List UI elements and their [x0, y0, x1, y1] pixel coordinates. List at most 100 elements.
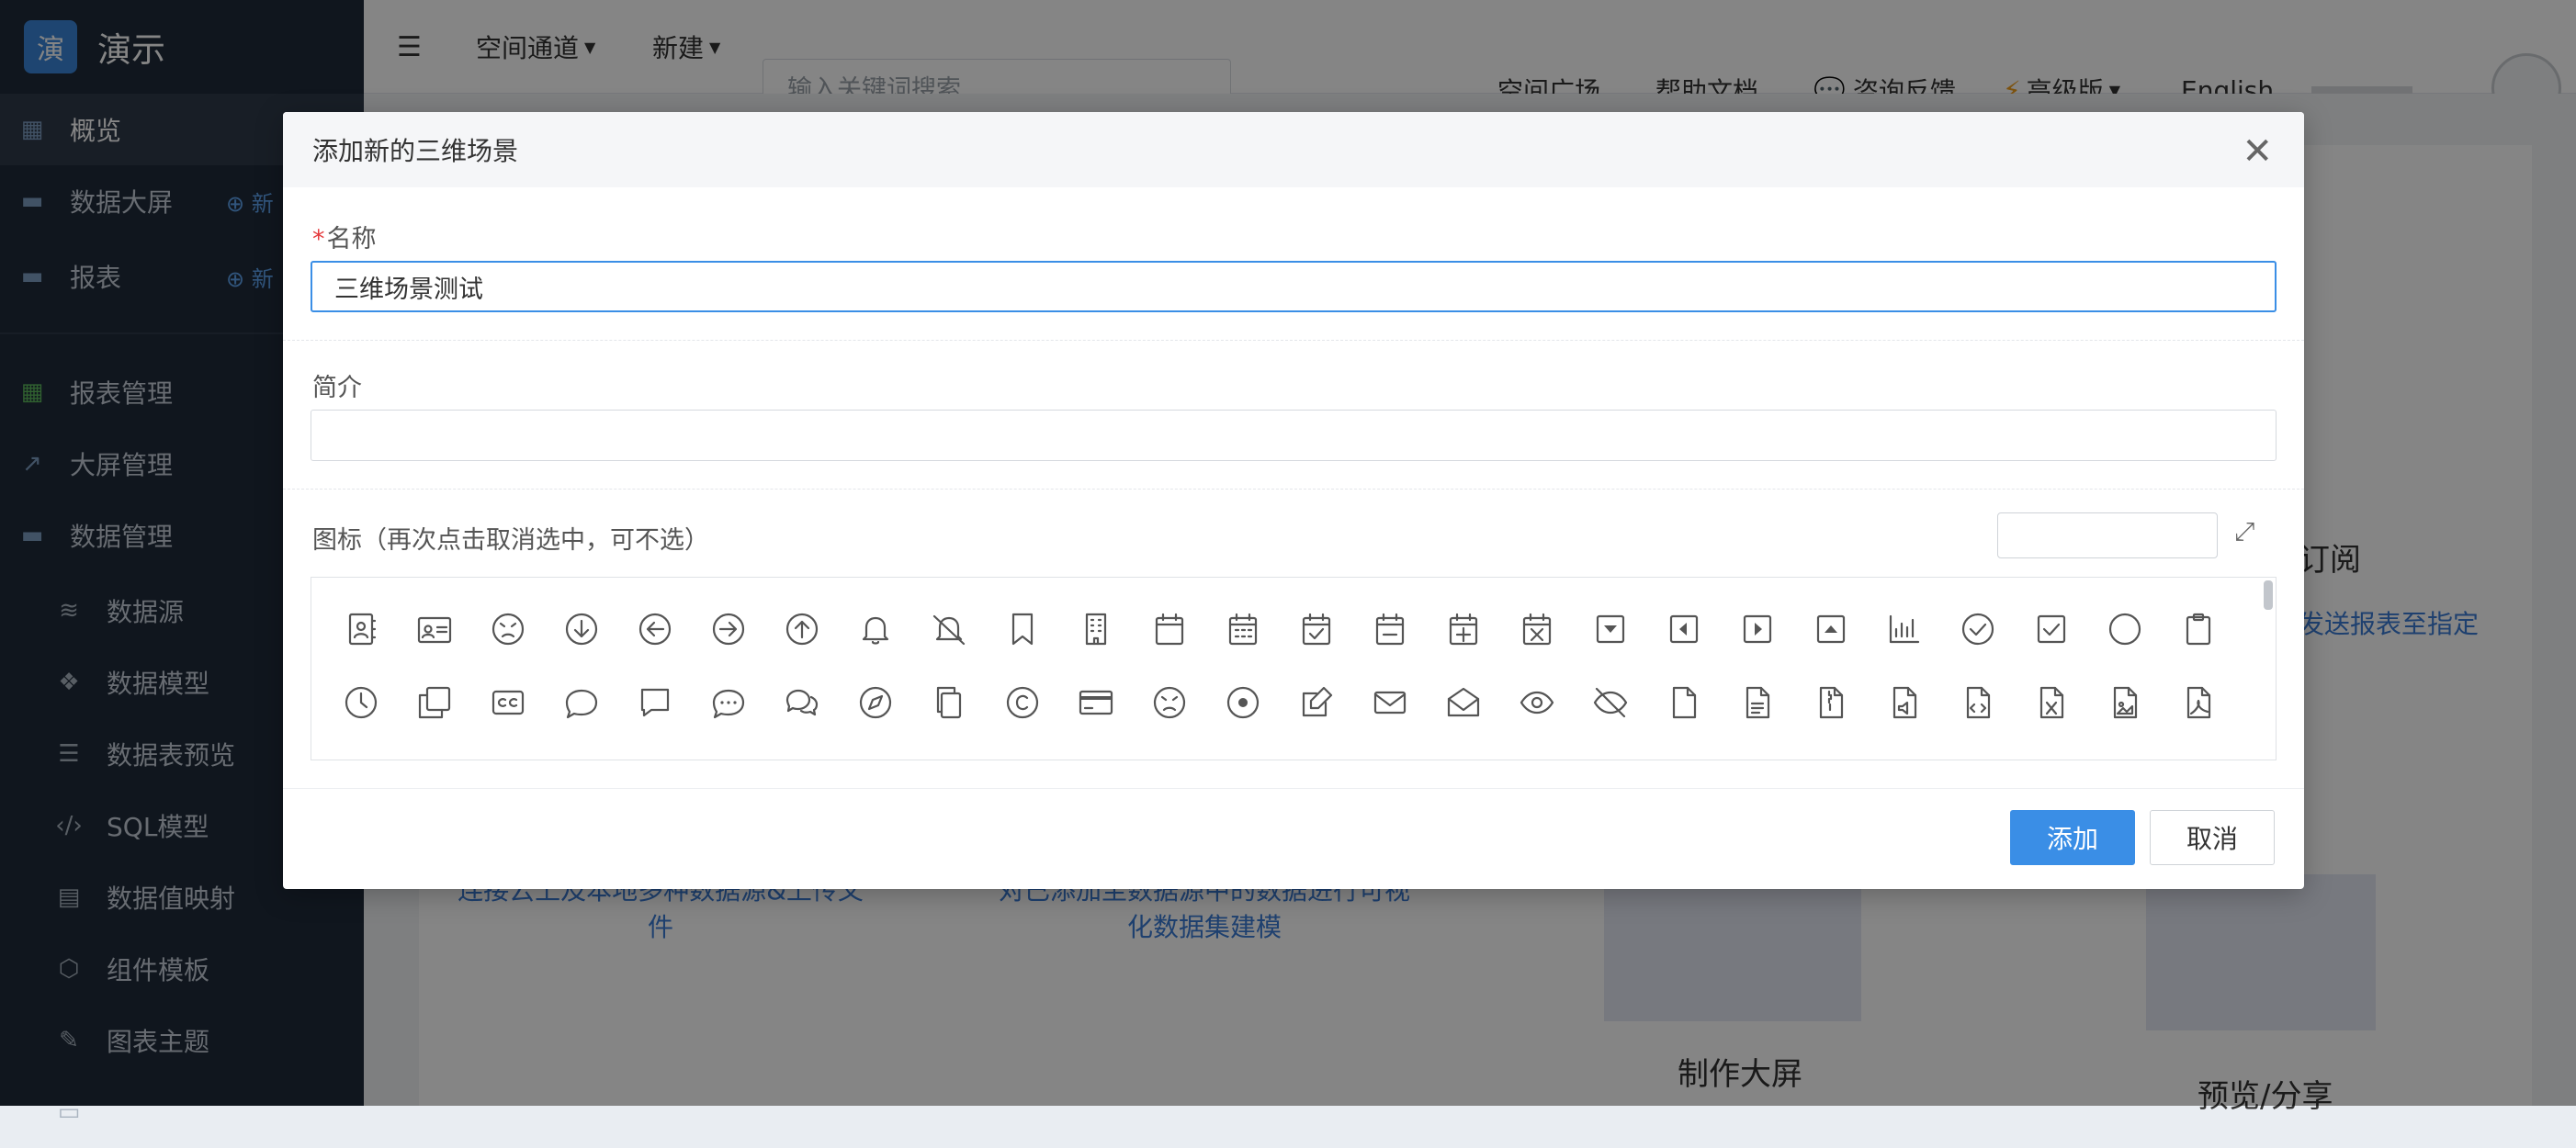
caret-square-up-icon[interactable]	[1794, 592, 1868, 666]
calendar-minus-icon[interactable]	[1353, 739, 1427, 760]
file-audio-icon[interactable]	[1868, 666, 1941, 739]
clock-icon[interactable]	[324, 666, 398, 739]
address-book-icon-glyph	[348, 613, 377, 646]
icon-row	[311, 592, 2235, 666]
bell-icon-glyph	[857, 758, 894, 760]
credit-card-icon[interactable]	[1059, 666, 1133, 739]
clone-icon[interactable]	[398, 666, 471, 739]
file-image-icon[interactable]	[2088, 666, 2162, 739]
arrow-circle-left-icon[interactable]	[618, 739, 692, 760]
dot-circle-icon[interactable]	[1206, 666, 1280, 739]
building-icon[interactable]	[1059, 739, 1133, 760]
caret-square-left-icon[interactable]	[1647, 592, 1721, 666]
caret-square-right-icon[interactable]	[1721, 739, 1794, 760]
envelope-icon[interactable]	[1353, 666, 1427, 739]
file-pdf-icon[interactable]	[2162, 666, 2235, 739]
comment-icon[interactable]	[545, 666, 618, 739]
file-alt-icon[interactable]	[1721, 666, 1794, 739]
envelope-open-icon[interactable]	[1427, 666, 1500, 739]
comment-alt-icon[interactable]	[618, 666, 692, 739]
clipboard-icon[interactable]	[2162, 739, 2235, 760]
circle-icon[interactable]	[2088, 592, 2162, 666]
edit-icon[interactable]	[1280, 666, 1353, 739]
calendar-icon[interactable]	[1133, 592, 1206, 666]
comments-icon[interactable]	[765, 666, 839, 739]
circle-icon-glyph	[2107, 758, 2143, 760]
calendar-plus-icon[interactable]	[1427, 592, 1500, 666]
angry-face-icon[interactable]	[471, 592, 545, 666]
bookmark-icon[interactable]	[986, 739, 1059, 760]
file-icon[interactable]	[1647, 666, 1721, 739]
bell-icon[interactable]	[839, 592, 912, 666]
building-icon[interactable]	[1059, 592, 1133, 666]
caret-square-down-icon[interactable]	[1574, 592, 1647, 666]
chart-bar-icon[interactable]	[1868, 739, 1941, 760]
bookmark-icon[interactable]	[986, 592, 1059, 666]
bell-slash-icon-glyph	[931, 758, 967, 760]
arrow-circle-down-icon[interactable]	[545, 592, 618, 666]
calendar-times-icon[interactable]	[1500, 592, 1574, 666]
cancel-button[interactable]: 取消	[2150, 810, 2275, 865]
caret-square-right-icon[interactable]	[1721, 592, 1794, 666]
file-archive-icon[interactable]	[1794, 666, 1868, 739]
calendar-grid-icon[interactable]	[1206, 592, 1280, 666]
file-code-icon[interactable]	[1941, 666, 2015, 739]
check-circle-icon-glyph	[1961, 613, 1994, 646]
closed-captioning-icon[interactable]	[471, 666, 545, 739]
add-button[interactable]: 添加	[2010, 810, 2135, 865]
eye-icon-glyph	[1520, 691, 1554, 715]
arrow-circle-right-icon[interactable]	[692, 592, 765, 666]
dizzy-face-icon[interactable]	[1133, 666, 1206, 739]
check-square-icon[interactable]	[2015, 739, 2088, 760]
arrow-circle-left-icon[interactable]	[618, 592, 692, 666]
comment-dots-icon[interactable]	[692, 666, 765, 739]
angry-face-icon[interactable]	[471, 739, 545, 760]
chart-bar-icon[interactable]	[1868, 592, 1941, 666]
caret-square-down-icon[interactable]	[1574, 739, 1647, 760]
eye-slash-icon[interactable]	[1574, 666, 1647, 739]
check-square-icon[interactable]	[2015, 592, 2088, 666]
arrow-circle-up-icon[interactable]	[765, 739, 839, 760]
close-icon[interactable]: ✕	[2242, 130, 2273, 173]
id-card-icon[interactable]	[398, 592, 471, 666]
file-excel-icon[interactable]	[2015, 666, 2088, 739]
bell-slash-icon[interactable]	[912, 592, 986, 666]
icon-grid-scrollbar[interactable]	[2264, 580, 2273, 610]
name-field[interactable]	[311, 261, 2277, 312]
caret-square-left-icon-glyph	[1669, 614, 1699, 644]
arrow-circle-right-icon[interactable]	[692, 739, 765, 760]
calendar-check-icon[interactable]	[1280, 592, 1353, 666]
arrow-circle-down-icon[interactable]	[545, 739, 618, 760]
chart-bar-icon-glyph	[1889, 614, 1920, 644]
description-field[interactable]	[311, 410, 2277, 461]
clipboard-icon[interactable]	[2162, 592, 2235, 666]
id-card-icon[interactable]	[398, 739, 471, 760]
calendar-icon[interactable]	[1133, 739, 1206, 760]
expand-icon[interactable]: ⤢	[2234, 516, 2254, 547]
circle-icon[interactable]	[2088, 739, 2162, 760]
check-circle-icon[interactable]	[1941, 739, 2015, 760]
bell-icon[interactable]	[839, 739, 912, 760]
chart-bar-icon-glyph	[1886, 758, 1923, 760]
arrow-circle-up-icon[interactable]	[765, 592, 839, 666]
comment-dots-icon-glyph	[712, 689, 745, 719]
copyright-icon[interactable]	[986, 666, 1059, 739]
address-book-icon[interactable]	[324, 592, 398, 666]
eye-icon[interactable]	[1500, 666, 1574, 739]
calendar-plus-icon[interactable]	[1427, 739, 1500, 760]
compass-icon[interactable]	[839, 666, 912, 739]
address-book-icon[interactable]	[324, 739, 398, 760]
address-book-icon-glyph	[343, 758, 379, 760]
calendar-grid-icon-glyph	[1225, 758, 1261, 760]
icon-search-input[interactable]	[1997, 512, 2218, 558]
calendar-minus-icon[interactable]	[1353, 592, 1427, 666]
calendar-grid-icon[interactable]	[1206, 739, 1280, 760]
copy-icon[interactable]	[912, 666, 986, 739]
caret-square-up-icon-glyph	[1813, 758, 1849, 760]
calendar-check-icon[interactable]	[1280, 739, 1353, 760]
calendar-times-icon[interactable]	[1500, 739, 1574, 760]
bell-slash-icon[interactable]	[912, 739, 986, 760]
caret-square-up-icon[interactable]	[1794, 739, 1868, 760]
check-circle-icon[interactable]	[1941, 592, 2015, 666]
caret-square-left-icon[interactable]	[1647, 739, 1721, 760]
